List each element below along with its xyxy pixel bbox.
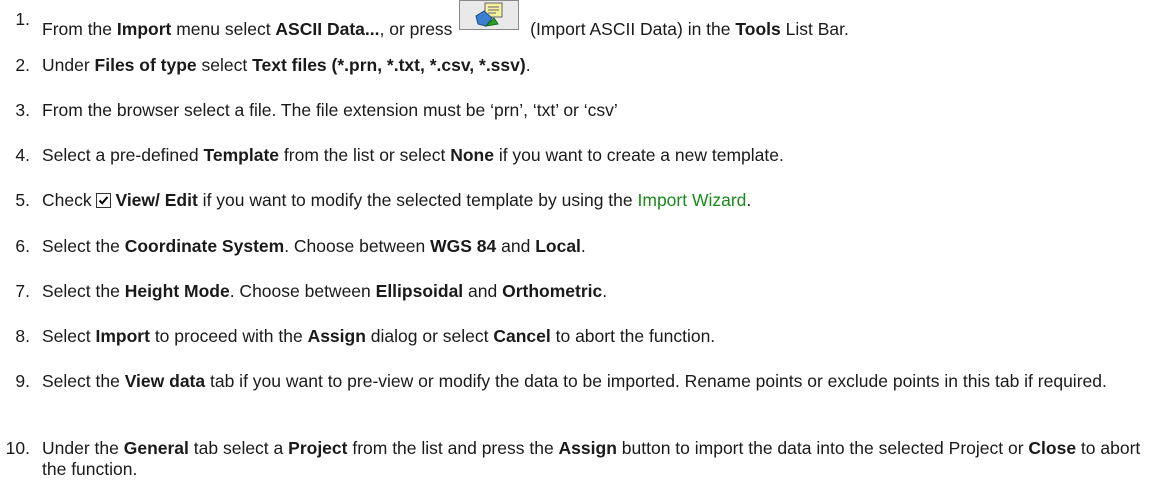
step-fragment: to proceed with the xyxy=(149,326,308,346)
step-fragment: . Choose between xyxy=(284,236,431,256)
step-text: Select a pre-defined Template from the l… xyxy=(42,145,784,166)
instruction-list: 1. From the Import menu select ASCII Dat… xyxy=(0,0,1157,481)
bold-term: Import xyxy=(116,19,172,39)
step-fragment: . xyxy=(746,190,752,210)
step-text: From the Import menu select ASCII Data..… xyxy=(42,0,849,40)
step-number: 8. xyxy=(15,326,30,346)
import-wizard-link[interactable]: Import Wizard xyxy=(638,190,747,210)
step-fragment: List Bar. xyxy=(780,19,849,39)
step-text: Select the Height Mode. Choose between E… xyxy=(42,281,607,302)
step-fragment: if you want to create a new template. xyxy=(493,145,784,165)
step-number: 5. xyxy=(15,190,30,210)
bold-term: View data xyxy=(124,371,206,391)
bold-term: Orthometric xyxy=(502,281,603,301)
step-fragment: . xyxy=(602,281,608,301)
step-fragment: . xyxy=(525,55,531,75)
bold-term: View/ Edit xyxy=(115,190,198,210)
step-fragment: tab if you want to pre-view or modify th… xyxy=(205,371,1107,391)
bold-term: Import xyxy=(95,326,150,346)
step-fragment: and xyxy=(463,281,503,301)
step-fragment: Select a pre-defined xyxy=(42,145,204,165)
bold-term: Close xyxy=(1028,438,1077,458)
step-fragment: tab select a xyxy=(188,438,289,458)
bold-term: Height Mode xyxy=(124,281,230,301)
step-fragment: if you want to modify the selected templ… xyxy=(197,190,638,210)
step-text: Select the Coordinate System. Choose bet… xyxy=(42,236,586,257)
step-fragment: to abort the function. xyxy=(550,326,716,346)
step-fragment: Under the xyxy=(42,438,124,458)
step-fragment: . xyxy=(580,236,586,256)
step-text: Select the View data tab if you want to … xyxy=(42,371,1142,392)
step-number: 3. xyxy=(15,100,30,120)
step-number: 6. xyxy=(15,236,30,256)
bold-term: General xyxy=(123,438,189,458)
step-text: Select Import to proceed with the Assign… xyxy=(42,326,715,347)
step-fragment: . Choose between xyxy=(229,281,376,301)
step-text: Under Files of type select Text files (*… xyxy=(42,55,531,76)
step-text: Check View/ Edit if you want to modify t… xyxy=(42,190,751,211)
bold-term: Ellipsoidal xyxy=(375,281,464,301)
bold-term: Coordinate System xyxy=(124,236,285,256)
step-fragment: menu select xyxy=(171,19,276,39)
bold-term: Tools xyxy=(735,19,781,39)
step-fragment: and xyxy=(496,236,536,256)
bold-term: Text files (*.prn, *.txt, *.csv, *.ssv) xyxy=(252,55,526,75)
bold-term: Files of type xyxy=(94,55,197,75)
step-text: From the browser select a file. The file… xyxy=(42,100,618,121)
bold-term: Assign xyxy=(558,438,617,458)
step-fragment: Under xyxy=(42,55,95,75)
step-fragment: from the list and press the xyxy=(347,438,559,458)
bold-term: Project xyxy=(288,438,348,458)
step-number: 4. xyxy=(15,145,30,165)
step-number: 1. xyxy=(15,9,30,29)
step-fragment: button to import the data into the selec… xyxy=(616,438,1029,458)
step-number: 9. xyxy=(15,371,30,391)
step-number: 10. xyxy=(5,438,30,458)
step-fragment: select xyxy=(196,55,253,75)
step-fragment: (Import ASCII Data) in the xyxy=(525,19,736,39)
step-text: Under the General tab select a Project f… xyxy=(42,438,1142,480)
step-number: 2. xyxy=(15,55,30,75)
bold-term: Assign xyxy=(307,326,366,346)
bold-term: Local xyxy=(535,236,581,256)
step-fragment: Select xyxy=(42,326,96,346)
bold-term: None xyxy=(450,145,494,165)
step-fragment: From the browser select a file. The file… xyxy=(42,100,618,120)
step-fragment: from the list or select xyxy=(279,145,451,165)
step-fragment: Select the xyxy=(42,281,125,301)
step-fragment: Select the xyxy=(42,236,125,256)
step-fragment: From the xyxy=(42,19,117,39)
bold-term: ASCII Data... xyxy=(275,19,380,39)
step-fragment: Check xyxy=(42,190,97,210)
step-number: 7. xyxy=(15,281,30,301)
step-fragment: , or press xyxy=(379,19,458,39)
bold-term: WGS 84 xyxy=(430,236,497,256)
bold-term: Template xyxy=(203,145,280,165)
bold-term: Cancel xyxy=(493,326,551,346)
checked-checkbox-icon xyxy=(96,193,112,208)
step-fragment: Select the xyxy=(42,371,125,391)
import-ascii-data-icon[interactable] xyxy=(459,0,520,30)
step-fragment: dialog or select xyxy=(365,326,494,346)
